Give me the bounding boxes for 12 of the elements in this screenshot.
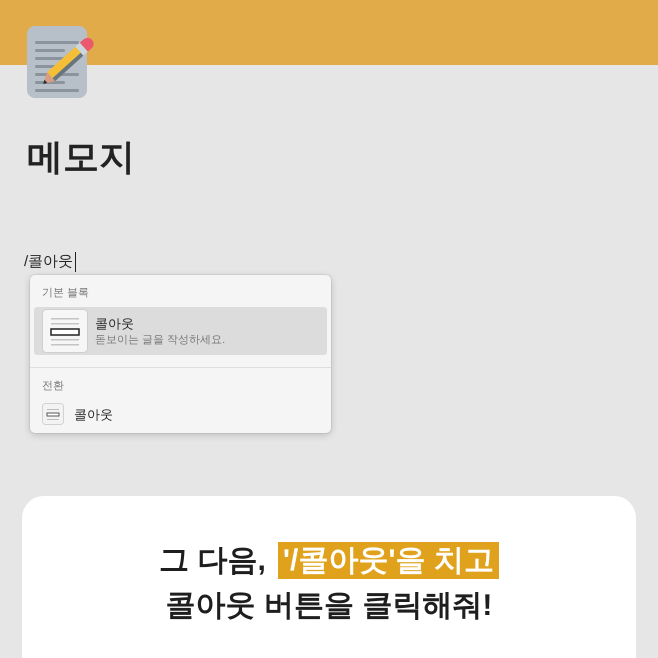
menu-section-label: 기본 블록 bbox=[42, 286, 90, 301]
menu-item-title: 콜아웃 bbox=[95, 314, 135, 332]
callout-block-icon bbox=[42, 403, 64, 425]
menu-section-label: 전환 bbox=[42, 379, 64, 394]
menu-item[interactable]: 콜아웃 bbox=[34, 402, 327, 426]
caption-text: 그 다음, '/콜아웃'을 치고 콜아웃 버튼을 클릭해줘! bbox=[159, 538, 499, 628]
menu-item-description: 돋보이는 글을 작성하세요. bbox=[95, 332, 226, 348]
menu-item[interactable]: 콜아웃 돋보이는 글을 작성하세요. bbox=[34, 307, 327, 355]
callout-block-icon bbox=[42, 309, 88, 353]
command-input[interactable]: /콜아웃 bbox=[24, 252, 76, 272]
menu-item-title: 콜아웃 bbox=[74, 406, 113, 422]
page-title: 메모지 bbox=[27, 135, 135, 179]
